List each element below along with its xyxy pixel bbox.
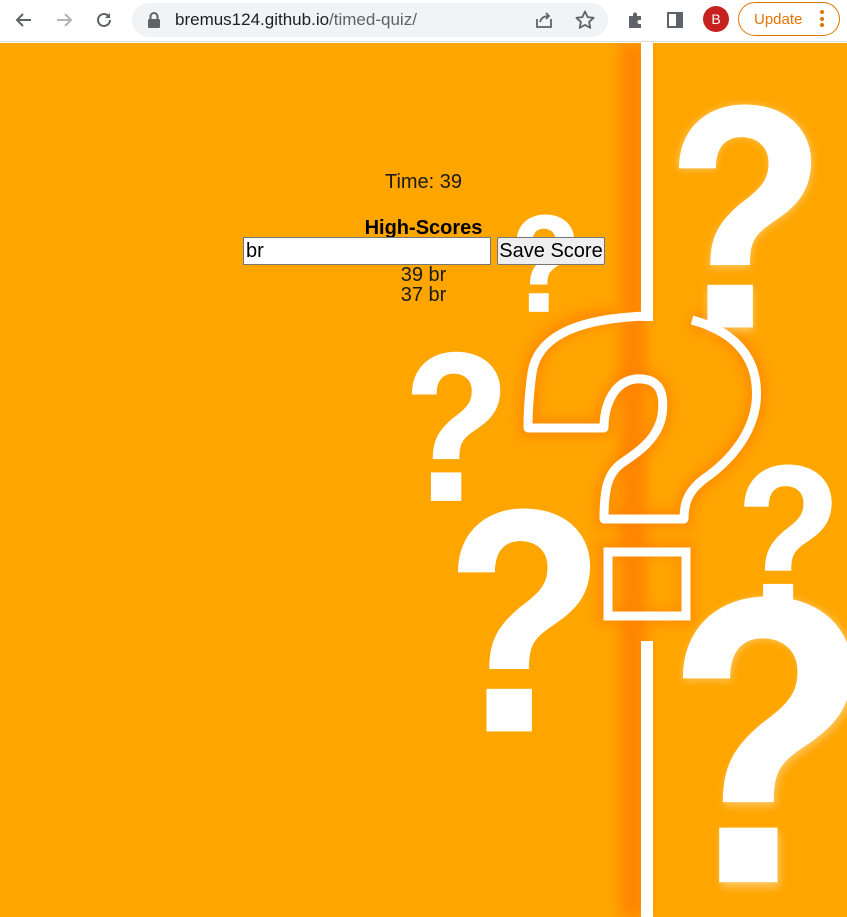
initials-input[interactable] — [243, 237, 491, 265]
url-path: /timed-quiz/ — [329, 10, 417, 29]
side-panel-icon — [667, 12, 683, 28]
browser-toolbar: bremus124.github.io/timed-quiz/ B Update — [0, 0, 847, 42]
highscores-list: 39 br 37 br — [0, 265, 847, 305]
address-bar[interactable]: bremus124.github.io/timed-quiz/ — [132, 3, 608, 37]
extensions-icon — [629, 12, 641, 28]
share-icon[interactable] — [534, 10, 554, 30]
extensions-button[interactable] — [620, 5, 650, 35]
reload-icon — [97, 12, 111, 27]
back-icon — [15, 13, 31, 27]
save-score-button[interactable]: Save Score — [497, 237, 605, 265]
url-text: bremus124.github.io/timed-quiz/ — [175, 10, 417, 30]
url-host: bremus124.github.io — [175, 10, 330, 29]
score-entry: 39 br — [400, 264, 447, 286]
reload-button[interactable] — [89, 5, 119, 35]
update-label: Update — [754, 11, 803, 28]
forward-button[interactable] — [49, 5, 79, 35]
score-entry: 37 br — [400, 284, 447, 306]
lock-icon — [148, 12, 160, 28]
update-button[interactable]: Update — [738, 2, 840, 36]
menu-dots-icon — [819, 10, 825, 30]
back-button[interactable] — [9, 5, 39, 35]
page-viewport: Time: 39 High-Scores Save Score 39 br 37… — [0, 43, 847, 917]
timer-text: Time: 39 — [384, 171, 463, 193]
side-panel-button[interactable] — [660, 5, 690, 35]
forward-icon — [57, 13, 73, 27]
star-icon[interactable] — [574, 9, 596, 31]
profile-avatar[interactable]: B — [703, 6, 729, 32]
